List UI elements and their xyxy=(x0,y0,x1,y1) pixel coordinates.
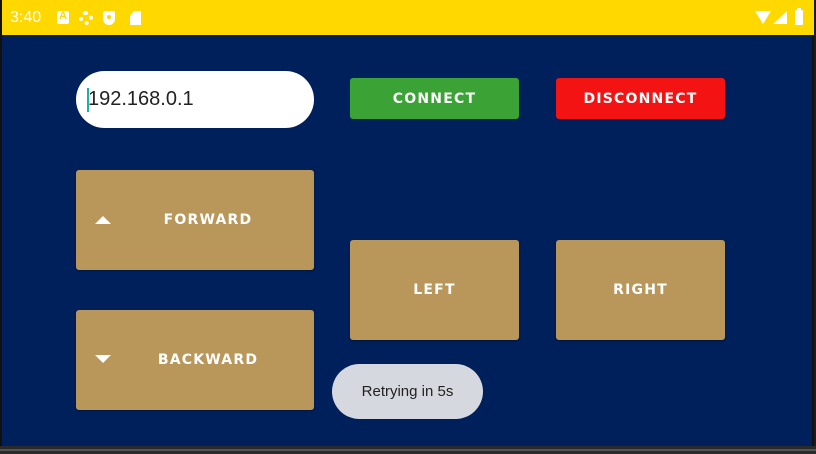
backward-button-label: BACKWARD xyxy=(157,352,259,368)
arrow-up-icon xyxy=(95,216,111,224)
disconnect-button-label: DISCONNECT xyxy=(583,90,698,107)
toast-text: Retrying in 5s xyxy=(361,383,454,400)
right-button[interactable]: RIGHT xyxy=(556,240,725,340)
connect-button[interactable]: CONNECT xyxy=(350,78,519,119)
status-time: 3:40 xyxy=(10,9,42,26)
forward-button[interactable]: FORWARD xyxy=(76,170,314,270)
battery-icon xyxy=(795,8,803,25)
signal-icon xyxy=(773,11,787,24)
backward-button[interactable]: BACKWARD xyxy=(76,310,314,410)
right-button-label: RIGHT xyxy=(613,282,668,298)
navigation-bar xyxy=(0,446,816,454)
wifi-icon xyxy=(755,11,771,24)
forward-button-label: FORWARD xyxy=(163,212,253,228)
left-button-label: LEFT xyxy=(413,282,456,298)
shield-icon xyxy=(103,11,115,25)
a-icon xyxy=(57,10,69,24)
text-cursor xyxy=(87,88,89,112)
toast-message: Retrying in 5s xyxy=(332,364,483,419)
disconnect-button[interactable]: DISCONNECT xyxy=(556,78,725,119)
connect-button-label: CONNECT xyxy=(392,90,477,107)
gear-icon xyxy=(79,11,93,25)
arrow-down-icon xyxy=(95,355,111,363)
ip-address-input[interactable] xyxy=(76,71,314,128)
sd-card-icon xyxy=(130,11,141,25)
app-screen: 3:40 CONNECT DISCONNECT FORWARD BACKWARD… xyxy=(0,0,814,446)
status-bar: 3:40 xyxy=(2,0,814,35)
left-button[interactable]: LEFT xyxy=(350,240,519,340)
